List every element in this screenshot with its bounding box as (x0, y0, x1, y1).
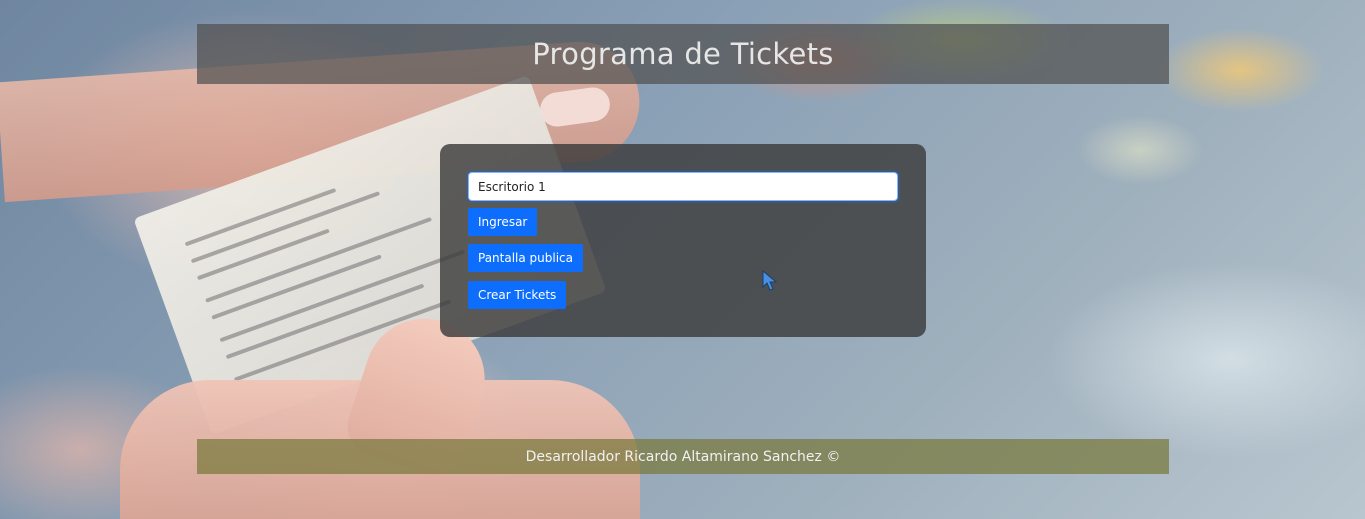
footer-credit: Desarrollador Ricardo Altamirano Sanchez… (525, 448, 841, 465)
page: Programa de Tickets Ingresar Pantalla pu… (0, 0, 1365, 519)
page-header: Programa de Tickets (197, 24, 1169, 84)
crear-tickets-button[interactable]: Crear Tickets (468, 281, 567, 309)
pantalla-publica-button[interactable]: Pantalla publica (468, 244, 584, 272)
desk-name-input[interactable] (468, 172, 898, 201)
mouse-pointer-icon (762, 270, 778, 291)
ingresar-button[interactable]: Ingresar (468, 208, 538, 236)
page-title: Programa de Tickets (532, 37, 834, 71)
login-panel: Ingresar Pantalla publica Crear Tickets (440, 144, 926, 337)
page-footer: Desarrollador Ricardo Altamirano Sanchez… (197, 439, 1169, 474)
